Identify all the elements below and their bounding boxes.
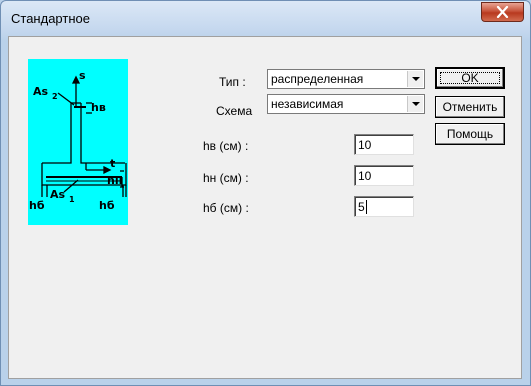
as2-label: As (33, 85, 49, 98)
section-diagram: s As 2 hв t hн As 1 hб hб (28, 59, 128, 225)
title-bar[interactable]: Стандартное (1, 1, 530, 35)
ok-button[interactable]: OK (435, 67, 505, 89)
type-label: Тип : (219, 75, 246, 89)
hn-input[interactable]: 10 (354, 165, 414, 186)
t-section-drawing: s As 2 hв t hн As 1 hб hб (29, 69, 127, 212)
hb-input[interactable]: 5 (354, 196, 414, 217)
hv-field-label: hв (см) : (203, 139, 249, 153)
cancel-button[interactable]: Отменить (435, 96, 505, 118)
hv-label: hв (91, 101, 106, 114)
dialog-client-area: s As 2 hв t hн As 1 hб hб Тип : распреде… (8, 36, 522, 379)
scheme-select-value: независимая (271, 97, 344, 111)
text-caret (366, 200, 367, 214)
as1-label: As (50, 188, 66, 201)
axis-t-label: t (110, 157, 115, 170)
hn-field-label: hн (см) : (203, 171, 249, 185)
scheme-select[interactable]: независимая (267, 94, 425, 114)
hn-input-value: 10 (358, 169, 372, 183)
hb-left-label: hб (29, 199, 45, 212)
hb-input-value: 5 (358, 200, 365, 214)
hv-input[interactable]: 10 (354, 134, 414, 155)
close-button[interactable] (481, 2, 524, 22)
window-title: Стандартное (11, 11, 90, 26)
as2-subscript: 2 (52, 92, 58, 101)
help-button[interactable]: Помощь (435, 123, 505, 145)
close-icon (496, 6, 509, 18)
dialog-window: Стандартное s As 2 hв t hн As 1 hб hб Ти… (0, 0, 531, 386)
hb-right-label: hб (99, 199, 115, 212)
chevron-down-icon[interactable] (407, 96, 423, 112)
scheme-label: Схема (216, 104, 253, 118)
hv-input-value: 10 (358, 138, 372, 152)
chevron-down-icon[interactable] (407, 71, 423, 87)
as1-subscript: 1 (69, 195, 75, 204)
type-select[interactable]: распределенная (267, 69, 425, 89)
hn-label: hн (107, 174, 122, 187)
type-select-value: распределенная (271, 72, 364, 86)
axis-s-label: s (79, 69, 86, 82)
hb-field-label: hб (см) : (203, 201, 249, 215)
